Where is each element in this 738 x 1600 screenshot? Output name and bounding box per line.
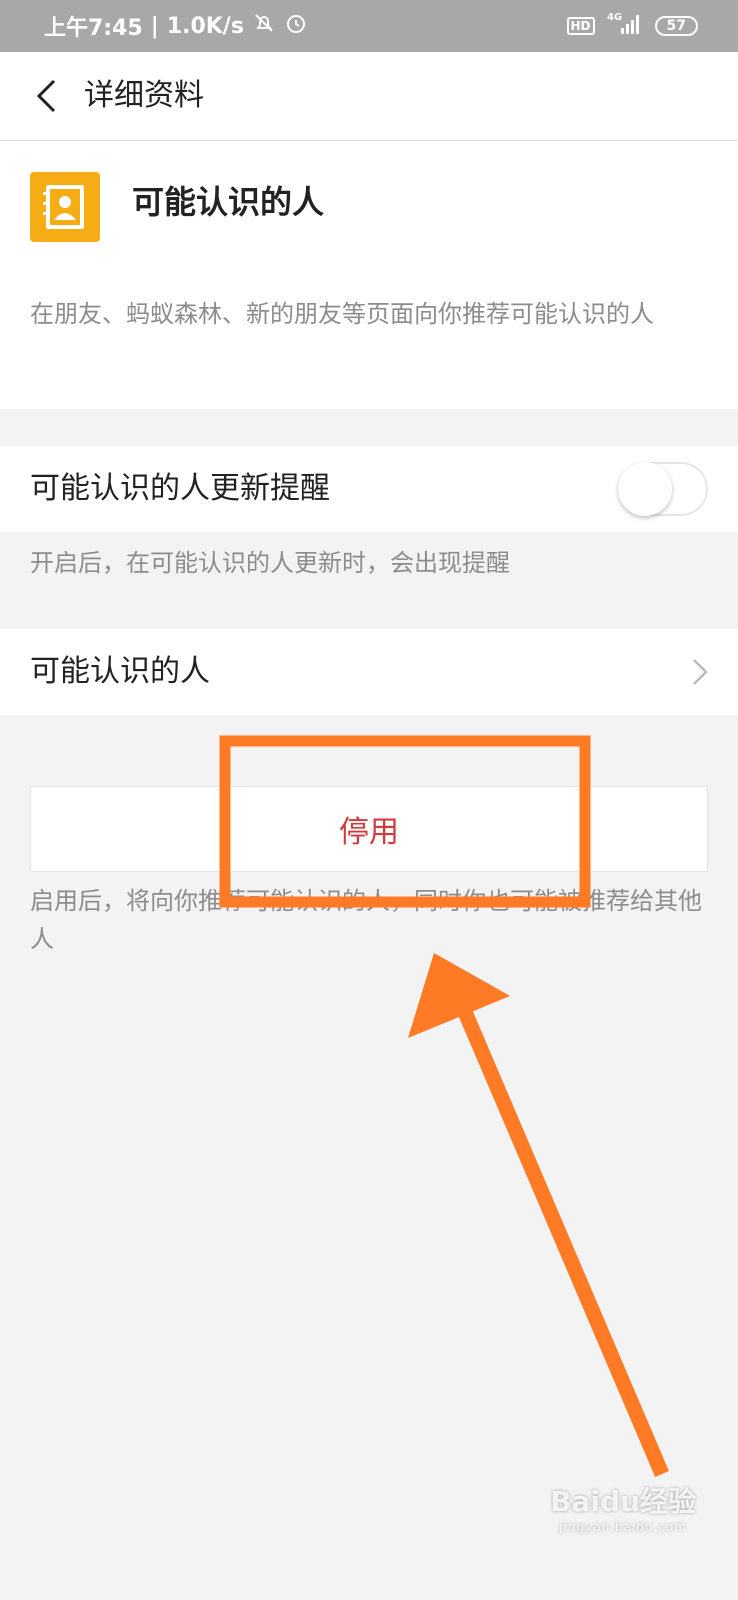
- battery-indicator: 57: [654, 16, 698, 36]
- status-bar: 上午7:45 | 1.0K/s HD 4G 57: [0, 0, 738, 52]
- contacts-book-icon: [30, 172, 100, 242]
- enable-hint: 启用后，将向你推荐可能认识的人，同时你也可能被推荐给其他人: [30, 887, 702, 953]
- nav-bar: 详细资料: [0, 52, 738, 141]
- page-title: 详细资料: [84, 78, 204, 113]
- signal-icon: 4G: [605, 10, 645, 42]
- watermark-brand: Baidu经验: [550, 1485, 696, 1518]
- toggle-knob: [618, 462, 672, 516]
- back-button[interactable]: [22, 72, 70, 120]
- status-time: 上午7:45: [44, 16, 143, 41]
- feature-title: 可能认识的人: [132, 183, 325, 221]
- chevron-right-icon: [693, 659, 708, 685]
- mute-bell-icon: [252, 11, 276, 41]
- network-speed: 1.0K/s: [166, 13, 244, 39]
- update-reminder-label: 可能认识的人更新提醒: [30, 471, 330, 506]
- alarm-clock-icon: [284, 11, 308, 41]
- chevron-left-icon: [36, 79, 56, 113]
- hd-badge: HD: [566, 17, 595, 35]
- people-row-label: 可能认识的人: [30, 654, 210, 689]
- annotation-arrow-icon: [408, 953, 669, 1477]
- watermark-url: jingyan.baidu.com: [559, 1520, 687, 1534]
- network-type: 4G: [607, 12, 622, 23]
- people-you-may-know-row[interactable]: 可能认识的人: [0, 629, 738, 715]
- disable-button[interactable]: 停用: [30, 786, 708, 872]
- update-reminder-toggle[interactable]: [618, 462, 708, 516]
- baidu-watermark: Baidu经验 jingyan.baidu.com: [550, 1480, 696, 1534]
- update-reminder-hint: 开启后，在可能认识的人更新时，会出现提醒: [30, 549, 510, 577]
- feature-header: 可能认识的人 在朋友、蚂蚁森林、新的朋友等页面向你推荐可能认识的人: [0, 141, 738, 409]
- status-divider: |: [150, 13, 159, 39]
- feature-description: 在朋友、蚂蚁森林、新的朋友等页面向你推荐可能认识的人: [30, 300, 654, 328]
- update-reminder-row: 可能认识的人更新提醒: [0, 446, 738, 532]
